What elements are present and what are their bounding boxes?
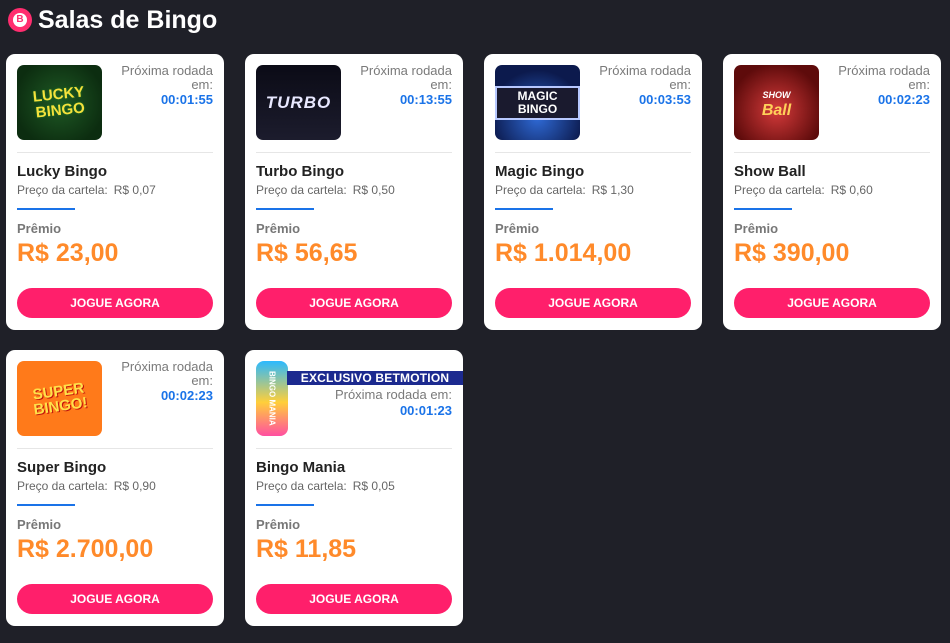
next-round-timer: 00:02:23: [160, 388, 213, 403]
page-title: Salas de Bingo: [38, 5, 218, 34]
divider: [256, 448, 452, 449]
play-now-button[interactable]: JOGUE AGORA: [17, 288, 213, 318]
next-round-label: Próxima rodada em:: [360, 63, 452, 92]
accent-line: [256, 504, 314, 506]
next-round-timer: 00:13:55: [399, 92, 452, 107]
prize-label: Prêmio: [256, 221, 301, 236]
accent-line: [17, 208, 75, 210]
next-round-label: Próxima rodada em:: [599, 63, 691, 92]
prize-label: Prêmio: [17, 221, 62, 236]
play-now-button[interactable]: JOGUE AGORA: [734, 288, 930, 318]
divider: [17, 448, 213, 449]
next-round-timer: 00:03:53: [638, 92, 691, 107]
prize-value: R$ 23,00: [17, 239, 119, 267]
room-card-turbo-bingo[interactable]: TURBO Próxima rodada em: 00:13:55 Turbo …: [245, 54, 463, 330]
show-ball-logo: SHOW Ball: [734, 65, 819, 140]
turbo-bingo-logo: TURBO: [256, 65, 341, 140]
accent-line: [256, 208, 314, 210]
lucky-bingo-logo: LUCKY BINGO: [17, 65, 102, 140]
card-price: Preço da cartela: R$ 0,90: [17, 479, 156, 493]
prize-value: R$ 56,65: [256, 239, 358, 267]
prize-value: R$ 390,00: [734, 239, 850, 267]
prize-label: Prêmio: [17, 517, 62, 532]
bingo-mania-logo: BINGO MANIA: [256, 361, 288, 436]
game-name: Show Ball: [734, 163, 806, 180]
next-round-label: Próxima rodada em:: [838, 63, 930, 92]
next-round-timer: 00:02:23: [877, 92, 930, 107]
game-name: Magic Bingo: [495, 163, 585, 180]
room-card-bingo-mania[interactable]: BINGO MANIA EXCLUSIVO BETMOTION Próxima …: [245, 350, 463, 626]
card-price: Preço da cartela: R$ 0,05: [256, 479, 395, 493]
game-name: Lucky Bingo: [17, 163, 108, 180]
prize-label: Prêmio: [256, 517, 301, 532]
prize-label: Prêmio: [495, 221, 540, 236]
game-name: Super Bingo: [17, 459, 107, 476]
accent-line: [17, 504, 75, 506]
divider: [256, 152, 452, 153]
room-card-magic-bingo[interactable]: MAGIC BINGO Próxima rodada em: 00:03:53 …: [484, 54, 702, 330]
game-name: Bingo Mania: [256, 459, 346, 476]
prize-value: R$ 1.014,00: [495, 239, 632, 267]
card-price: Preço da cartela: R$ 0,50: [256, 183, 395, 197]
divider: [17, 152, 213, 153]
game-name: Turbo Bingo: [256, 163, 345, 180]
card-price: Preço da cartela: R$ 0,07: [17, 183, 156, 197]
prize-value: R$ 11,85: [256, 535, 357, 563]
play-now-button[interactable]: JOGUE AGORA: [17, 584, 213, 614]
exclusive-badge: EXCLUSIVO BETMOTION: [287, 371, 463, 385]
prize-value: R$ 2.700,00: [17, 535, 154, 563]
play-now-button[interactable]: JOGUE AGORA: [256, 288, 452, 318]
next-round-label: Próxima rodada em:: [334, 387, 452, 402]
card-price: Preço da cartela: R$ 0,60: [734, 183, 873, 197]
accent-line: [734, 208, 792, 210]
next-round-timer: 00:01:55: [160, 92, 213, 107]
prize-label: Prêmio: [734, 221, 779, 236]
room-card-show-ball[interactable]: SHOW Ball Próxima rodada em: 00:02:23 Sho…: [723, 54, 941, 330]
bingo-ball-icon: B: [8, 8, 32, 32]
next-round-label: Próxima rodada em:: [121, 359, 213, 388]
room-card-lucky-bingo[interactable]: LUCKY BINGO Próxima rodada em: 00:01:55 …: [6, 54, 224, 330]
next-round-label: Próxima rodada em:: [121, 63, 213, 92]
room-card-super-bingo[interactable]: SUPER BINGO! Próxima rodada em: 00:02:23…: [6, 350, 224, 626]
play-now-button[interactable]: JOGUE AGORA: [256, 584, 452, 614]
page-header: B Salas de Bingo: [8, 5, 217, 35]
accent-line: [495, 208, 553, 210]
next-round-timer: 00:01:23: [399, 403, 452, 418]
play-now-button[interactable]: JOGUE AGORA: [495, 288, 691, 318]
super-bingo-logo: SUPER BINGO!: [17, 361, 102, 436]
card-price: Preço da cartela: R$ 1,30: [495, 183, 634, 197]
divider: [734, 152, 930, 153]
divider: [495, 152, 691, 153]
magic-bingo-logo: MAGIC BINGO: [495, 65, 580, 140]
